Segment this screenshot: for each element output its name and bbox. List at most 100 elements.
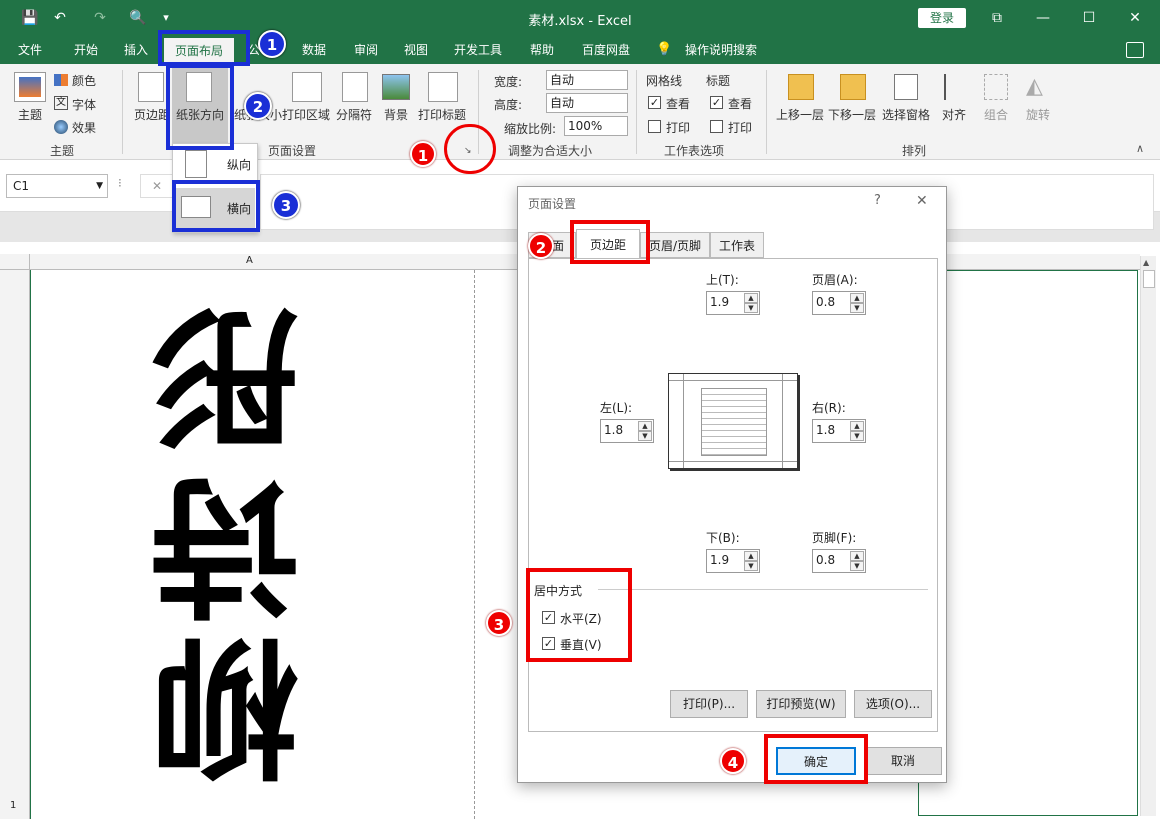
tab-insert[interactable]: 插入 xyxy=(116,36,156,64)
row-headers: 1 xyxy=(0,270,30,819)
tell-me-search[interactable]: 操作说明搜索 xyxy=(676,36,766,64)
minimize-icon[interactable]: — xyxy=(1030,6,1056,30)
spin-down-icon[interactable]: ▼ xyxy=(744,561,758,571)
theme-icon[interactable] xyxy=(14,72,46,102)
spin-up-icon[interactable]: ▲ xyxy=(850,421,864,431)
tab-view[interactable]: 视图 xyxy=(396,36,436,64)
top-margin-spinner[interactable]: 1.9 ▲ ▼ xyxy=(706,291,760,315)
selected-cell-c1[interactable] xyxy=(918,270,1138,816)
margins-icon[interactable] xyxy=(138,72,164,102)
tab-baidu-netdisk[interactable]: 百度网盘 xyxy=(574,36,638,64)
headings-view-label: 查看 xyxy=(728,97,753,111)
spin-up-icon[interactable]: ▲ xyxy=(638,421,652,431)
annotation-badge-red-1: 1 xyxy=(410,141,436,167)
bring-forward-icon[interactable] xyxy=(788,74,814,100)
tab-home[interactable]: 开始 xyxy=(64,36,108,64)
group-label-themes: 主题 xyxy=(50,144,75,158)
annotation-badge-red-3: 3 xyxy=(486,610,512,636)
theme-button-label[interactable]: 主题 xyxy=(18,106,42,123)
bottom-margin-spinner[interactable]: 1.9 ▲ ▼ xyxy=(706,549,760,573)
spin-up-icon[interactable]: ▲ xyxy=(850,551,864,561)
gridlines-print-checkbox[interactable] xyxy=(648,120,661,133)
options-button[interactable]: 选项(O)... xyxy=(854,690,932,718)
spin-down-icon[interactable]: ▼ xyxy=(850,431,864,441)
print-area-icon[interactable] xyxy=(292,72,322,102)
gridlines-print-label: 打印 xyxy=(666,121,691,135)
breaks-icon[interactable] xyxy=(342,72,368,102)
gridlines-label: 网格线 xyxy=(646,74,683,88)
breaks-button[interactable]: 分隔符 xyxy=(336,106,372,123)
background-button[interactable]: 背景 xyxy=(384,106,408,123)
dialog-title: 页面设置 xyxy=(528,197,577,211)
comment-icon[interactable] xyxy=(1126,42,1144,58)
spin-down-icon[interactable]: ▼ xyxy=(850,561,864,571)
header-margin-spinner[interactable]: 0.8 ▲ ▼ xyxy=(812,291,866,315)
bring-forward-button[interactable]: 上移一层 xyxy=(776,106,824,123)
cancel-formula-icon[interactable]: ✕ xyxy=(140,174,174,198)
height-label: 高度: xyxy=(494,98,523,112)
tab-sheet[interactable]: 工作表 xyxy=(710,232,764,258)
print-titles-icon[interactable] xyxy=(428,72,458,102)
spin-down-icon[interactable]: ▼ xyxy=(744,303,758,313)
effects-button[interactable]: 效果 xyxy=(72,119,96,136)
spin-up-icon[interactable]: ▲ xyxy=(744,551,758,561)
scale-spinner[interactable]: 100% xyxy=(564,116,628,136)
scroll-up-icon[interactable]: ▲ xyxy=(1143,258,1149,267)
height-dropdown[interactable]: 自动 xyxy=(546,93,628,113)
ribbon-display-icon[interactable]: ⧉ xyxy=(984,6,1010,30)
spin-down-icon[interactable]: ▼ xyxy=(638,431,652,441)
print-titles-button[interactable]: 打印标题 xyxy=(418,106,466,123)
menu-item-portrait[interactable]: 纵向 xyxy=(227,156,251,173)
headings-print-checkbox[interactable] xyxy=(710,120,723,133)
send-backward-button[interactable]: 下移一层 xyxy=(828,106,876,123)
login-button[interactable]: 登录 xyxy=(918,8,966,28)
tab-file[interactable]: 文件 xyxy=(10,36,50,64)
footer-margin-spinner[interactable]: 0.8 ▲ ▼ xyxy=(812,549,866,573)
selection-pane-button[interactable]: 选择窗格 xyxy=(882,106,930,123)
tab-developer[interactable]: 开发工具 xyxy=(446,36,510,64)
scroll-thumb[interactable] xyxy=(1143,270,1155,288)
maximize-icon[interactable]: ☐ xyxy=(1076,6,1102,30)
left-margin-spinner[interactable]: 1.8 ▲ ▼ xyxy=(600,419,654,443)
rotate-button: 旋转 xyxy=(1026,108,1051,122)
fonts-button[interactable]: 字体 xyxy=(72,96,96,113)
right-margin-value: 1.8 xyxy=(816,423,836,437)
select-all-corner[interactable] xyxy=(0,254,30,270)
headings-view-checkbox[interactable]: ✓ xyxy=(710,96,723,109)
spin-up-icon[interactable]: ▲ xyxy=(850,293,864,303)
colors-button[interactable]: 颜色 xyxy=(72,72,96,89)
spin-up-icon[interactable]: ▲ xyxy=(744,293,758,303)
print-area-button[interactable]: 打印区域 xyxy=(282,106,330,123)
right-margin-spinner[interactable]: 1.8 ▲ ▼ xyxy=(812,419,866,443)
tab-header-footer[interactable]: 页眉/页脚 xyxy=(640,232,710,258)
close-icon[interactable]: ✕ xyxy=(1122,6,1148,30)
width-dropdown[interactable]: 自动 xyxy=(546,70,628,90)
tab-review[interactable]: 审阅 xyxy=(346,36,386,64)
align-icon[interactable] xyxy=(944,74,968,100)
cancel-button[interactable]: 取消 xyxy=(864,747,942,775)
group-button: 组合 xyxy=(984,108,1009,122)
selection-pane-icon[interactable] xyxy=(894,74,918,100)
help-icon[interactable]: ? xyxy=(874,193,881,208)
annotation-badge-red-4: 4 xyxy=(720,748,746,774)
send-backward-icon[interactable] xyxy=(840,74,866,100)
background-icon[interactable] xyxy=(382,74,410,100)
tab-help[interactable]: 帮助 xyxy=(522,36,562,64)
tab-data[interactable]: 数据 xyxy=(294,36,334,64)
print-preview-button[interactable]: 打印预览(W) xyxy=(756,690,846,718)
group-label-scale: 调整为合适大小 xyxy=(508,144,593,158)
right-margin-label: 右(R): xyxy=(812,401,846,415)
align-button[interactable]: 对齐 xyxy=(942,106,966,123)
name-box[interactable]: C1 ▼ xyxy=(6,174,108,198)
row-header-1[interactable]: 1 xyxy=(10,800,16,811)
vertical-scrollbar[interactable]: ▲ xyxy=(1140,256,1156,816)
dialog-close-icon[interactable]: ✕ xyxy=(916,193,928,209)
print-button[interactable]: 打印(P)... xyxy=(670,690,748,718)
gridlines-view-checkbox[interactable]: ✓ xyxy=(648,96,661,109)
collapse-ribbon-icon[interactable]: ∧ xyxy=(1136,142,1144,155)
column-header-a[interactable]: A xyxy=(246,255,253,266)
margins-button[interactable]: 页边距 xyxy=(134,106,170,123)
spin-down-icon[interactable]: ▼ xyxy=(850,303,864,313)
headings-label: 标题 xyxy=(706,74,731,88)
page-break-line xyxy=(474,270,475,819)
